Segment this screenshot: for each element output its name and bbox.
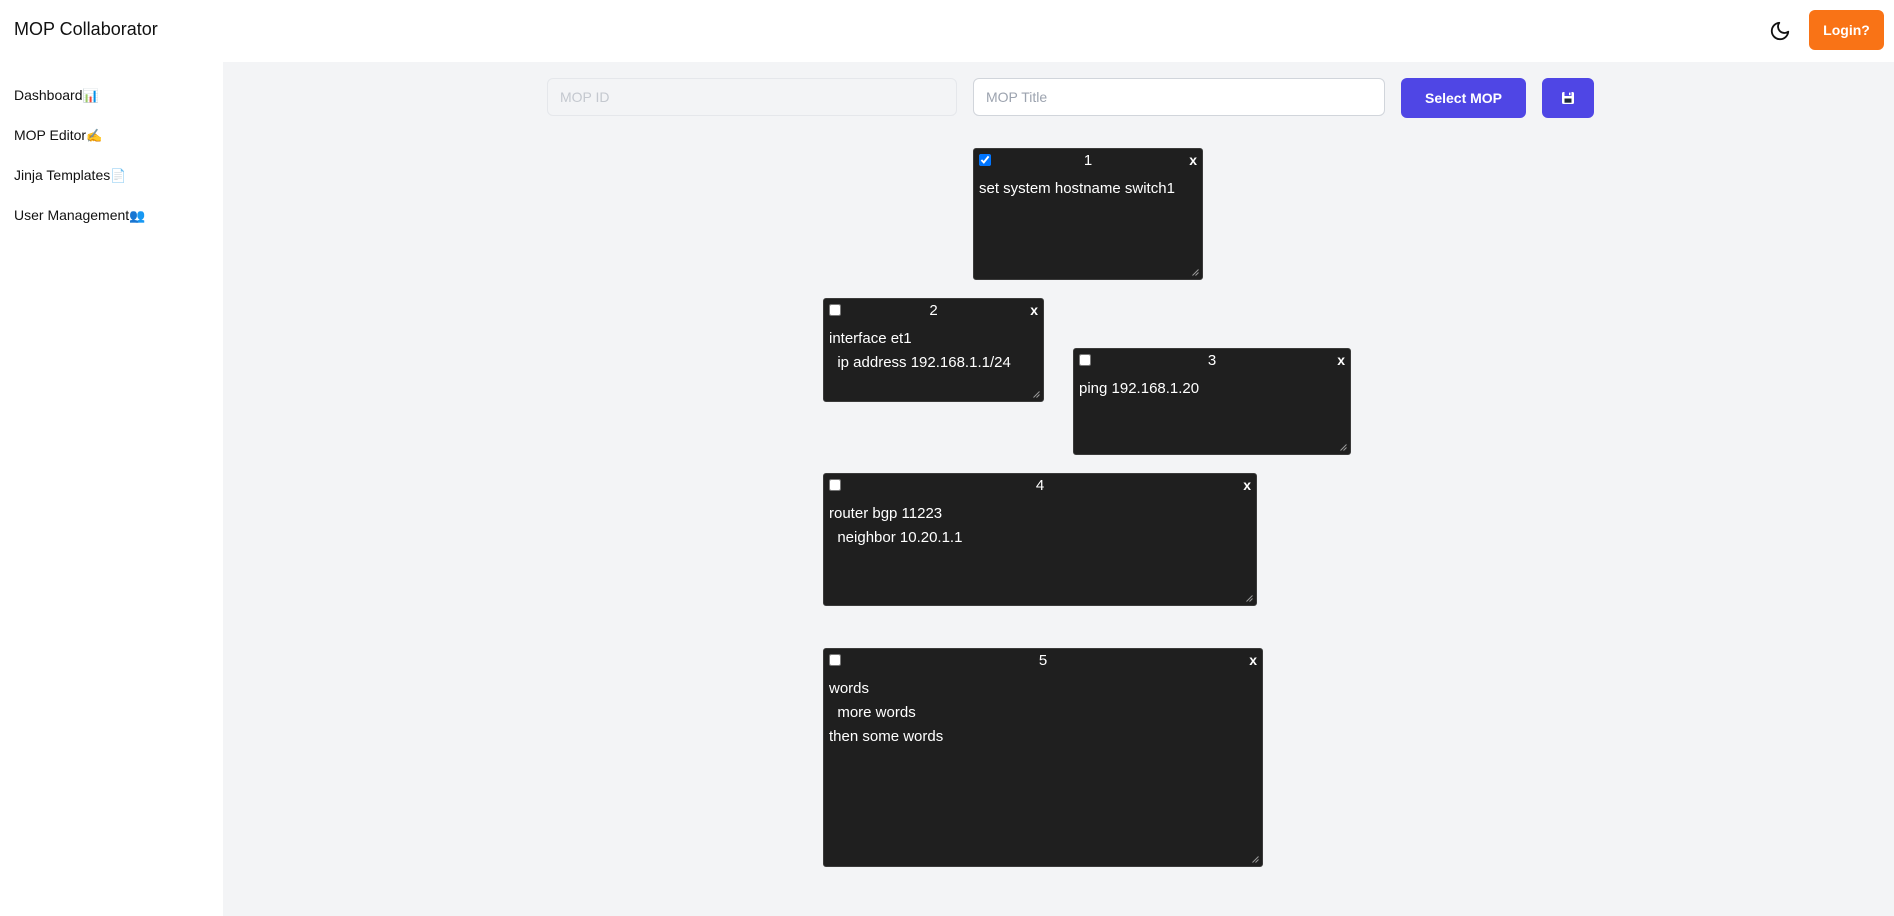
app-title: MOP Collaborator	[14, 19, 158, 39]
card-number: 5	[1038, 652, 1048, 669]
close-icon[interactable]: x	[1337, 352, 1345, 368]
card-checkbox[interactable]	[829, 654, 841, 666]
users-icon: 👥	[129, 209, 146, 224]
sidebar: Dashboard📊 MOP Editor✍️ Jinja Templates📄…	[0, 62, 223, 916]
top-bar: MOP Collaborator Login?	[0, 0, 1894, 62]
mop-id-input[interactable]	[547, 78, 957, 116]
command-card[interactable]: 3 x ping 192.168.1.20	[1073, 348, 1351, 455]
sidebar-item-jinja-templates[interactable]: Jinja Templates📄	[14, 167, 126, 184]
save-button[interactable]	[1542, 78, 1594, 118]
close-icon[interactable]: x	[1189, 152, 1197, 168]
card-textarea[interactable]: words more words then some words	[829, 677, 1258, 749]
command-card[interactable]: 4 x router bgp 11223 neighbor 10.20.1.1	[823, 473, 1257, 606]
close-icon[interactable]: x	[1030, 302, 1038, 318]
login-button[interactable]: Login?	[1809, 10, 1884, 50]
resize-handle-icon[interactable]	[1340, 444, 1347, 451]
floppy-disk-icon	[1562, 92, 1574, 104]
sidebar-item-user-management[interactable]: User Management👥	[14, 207, 145, 224]
command-card[interactable]: 2 x interface et1 ip address 192.168.1.1…	[823, 298, 1044, 402]
sidebar-item-dashboard[interactable]: Dashboard📊	[14, 87, 99, 104]
card-checkbox[interactable]	[829, 479, 841, 491]
sidebar-item-mop-editor[interactable]: MOP Editor✍️	[14, 127, 102, 144]
moon-icon[interactable]	[1769, 20, 1791, 42]
sidebar-item-label: MOP Editor	[14, 127, 87, 143]
close-icon[interactable]: x	[1249, 652, 1257, 668]
writing-hand-icon: ✍️	[86, 129, 103, 144]
card-textarea[interactable]: set system hostname switch1	[979, 177, 1198, 201]
select-mop-button[interactable]: Select MOP	[1401, 78, 1526, 118]
card-number: 4	[1035, 477, 1045, 494]
card-checkbox[interactable]	[1079, 354, 1091, 366]
resize-handle-icon[interactable]	[1192, 269, 1199, 276]
card-textarea[interactable]: interface et1 ip address 192.168.1.1/24	[829, 327, 1039, 375]
card-checkbox[interactable]	[829, 304, 841, 316]
card-number: 1	[1083, 152, 1093, 169]
card-textarea[interactable]: router bgp 11223 neighbor 10.20.1.1	[829, 502, 1252, 550]
page-icon: 📄	[110, 169, 127, 184]
card-checkbox[interactable]	[979, 154, 991, 166]
sidebar-item-label: Dashboard	[14, 87, 83, 103]
command-card[interactable]: 5 x words more words then some words	[823, 648, 1263, 867]
command-card[interactable]: 1 x set system hostname switch1	[973, 148, 1203, 280]
card-number: 3	[1207, 352, 1217, 369]
card-number: 2	[929, 302, 938, 319]
sidebar-item-label: User Management	[14, 207, 130, 223]
resize-handle-icon[interactable]	[1033, 391, 1040, 398]
resize-handle-icon[interactable]	[1252, 856, 1259, 863]
bar-chart-icon: 📊	[82, 89, 99, 104]
close-icon[interactable]: x	[1243, 477, 1251, 493]
sidebar-item-label: Jinja Templates	[14, 167, 111, 183]
card-textarea[interactable]: ping 192.168.1.20	[1079, 377, 1346, 401]
resize-handle-icon[interactable]	[1246, 595, 1253, 602]
mop-title-input[interactable]	[973, 78, 1385, 116]
